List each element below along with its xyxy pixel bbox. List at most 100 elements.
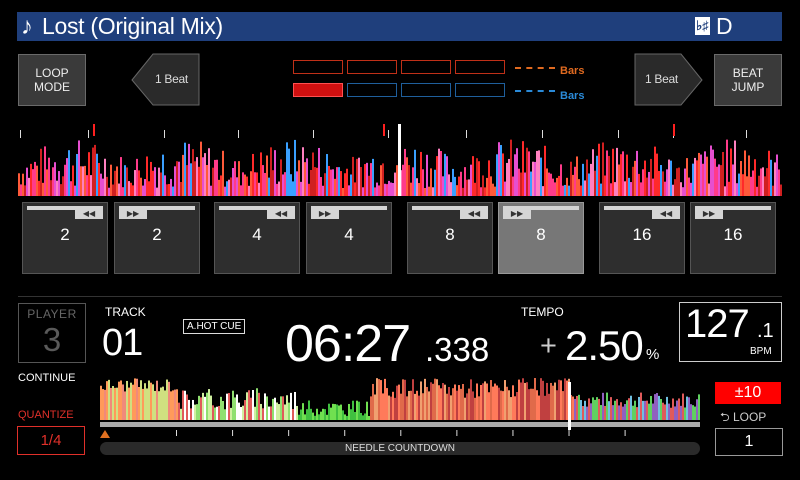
waveform-column — [734, 140, 736, 196]
waveform-column — [592, 149, 594, 196]
overview-column — [294, 391, 296, 420]
rewind-icon: ◀◀ — [460, 209, 488, 219]
waveform-column — [500, 145, 502, 196]
waveform-column — [164, 175, 166, 196]
overview-column — [244, 400, 246, 420]
pad-6[interactable]: ▶▶ 8 — [498, 202, 584, 274]
overview-column — [346, 415, 348, 420]
waveform-column — [290, 174, 292, 196]
overview-column — [122, 384, 124, 420]
overview-column — [272, 398, 274, 420]
overview-column — [654, 394, 656, 420]
waveform-column — [426, 154, 428, 196]
overview-column — [290, 392, 292, 420]
overview-column — [110, 387, 112, 420]
quantize-value[interactable]: 1/4 — [17, 426, 85, 455]
overview-column — [518, 379, 520, 420]
pad-3[interactable]: ◀◀ 4 — [214, 202, 300, 274]
waveform-column — [122, 187, 124, 196]
track-key: D — [716, 13, 733, 39]
waveform-column — [446, 156, 448, 196]
overview-column — [152, 384, 154, 420]
overview-column — [402, 379, 404, 420]
overview-column — [314, 415, 316, 420]
fast-forward-icon: ▶▶ — [119, 209, 147, 219]
overview-column — [608, 401, 610, 420]
overview-column — [330, 407, 332, 420]
overview-column — [256, 388, 258, 420]
overview-column — [180, 408, 182, 420]
beat-jump-back-button[interactable]: 1 Beat — [131, 53, 200, 106]
pad-2[interactable]: ▶▶ 2 — [114, 202, 200, 274]
pad-4[interactable]: ▶▶ 4 — [306, 202, 392, 274]
waveform-column — [536, 150, 538, 196]
waveform-column — [680, 182, 682, 196]
overview-column — [488, 392, 490, 420]
waveform-column — [554, 182, 556, 196]
minute-tick — [400, 430, 402, 436]
waveform-column — [250, 171, 252, 196]
overview-column — [496, 385, 498, 420]
fast-forward-icon: ▶▶ — [503, 209, 531, 219]
pad-1[interactable]: ◀◀ 2 — [22, 202, 108, 274]
overview-column — [116, 387, 118, 420]
overview-column — [334, 404, 336, 420]
loop-value[interactable]: 1 — [715, 428, 783, 456]
waveform-column — [376, 182, 378, 196]
loop-mode-button[interactable]: LOOP MODE — [18, 54, 86, 106]
overview-column — [618, 405, 620, 420]
overview-column — [350, 409, 352, 420]
waveform-column — [70, 181, 72, 196]
overview-column — [394, 397, 396, 420]
overview-waveform[interactable] — [95, 376, 705, 442]
overview-column — [264, 393, 266, 420]
waveform-column — [694, 157, 696, 196]
beat-jump-forward-button[interactable]: 1 Beat — [634, 53, 703, 106]
overview-column — [362, 415, 364, 420]
waveform-column — [216, 159, 218, 196]
overview-column — [470, 379, 472, 420]
overview-column — [638, 396, 640, 420]
waveform-column — [330, 169, 332, 196]
overview-column — [516, 392, 518, 420]
overview-column — [112, 385, 114, 420]
overview-column — [202, 392, 204, 420]
waveform-column — [224, 186, 226, 196]
overview-column — [582, 406, 584, 420]
pad-7[interactable]: ◀◀ 16 — [599, 202, 685, 274]
waveform-column — [300, 181, 302, 196]
overview-column — [606, 392, 608, 420]
waveform-column — [146, 156, 148, 196]
waveform-column — [264, 172, 266, 196]
waveform-column — [636, 150, 638, 196]
overview-column — [196, 404, 198, 420]
waveform-column — [778, 169, 780, 196]
overview-column — [312, 412, 314, 420]
waveform-column — [22, 173, 24, 196]
rewind-icon: ◀◀ — [267, 209, 295, 219]
waveform-column — [406, 157, 408, 196]
overview-column — [460, 388, 462, 420]
continue-label: CONTINUE — [18, 372, 76, 384]
pad-8[interactable]: ▶▶ 16 — [690, 202, 776, 274]
overview-column — [206, 392, 208, 420]
waveform-column — [594, 170, 596, 196]
overview-column — [352, 400, 354, 420]
waveform-column — [378, 185, 380, 196]
overview-column — [510, 397, 512, 420]
overview-column — [684, 407, 686, 420]
zoomed-waveform[interactable] — [18, 120, 782, 198]
overview-column — [242, 405, 244, 420]
waveform-column — [618, 164, 620, 196]
waveform-column — [692, 163, 694, 196]
overview-column — [260, 403, 262, 420]
needle-countdown-bar[interactable]: NEEDLE COUNTDOWN — [100, 442, 700, 455]
pad-5[interactable]: ◀◀ 8 — [407, 202, 493, 274]
waveform-column — [544, 145, 546, 196]
overview-column — [238, 402, 240, 420]
beat-jump-button[interactable]: BEAT JUMP — [714, 54, 782, 106]
waveform-column — [530, 171, 532, 196]
overview-column — [282, 396, 284, 420]
tempo-range-badge[interactable]: ±10 — [715, 382, 781, 404]
overview-column — [594, 399, 596, 420]
